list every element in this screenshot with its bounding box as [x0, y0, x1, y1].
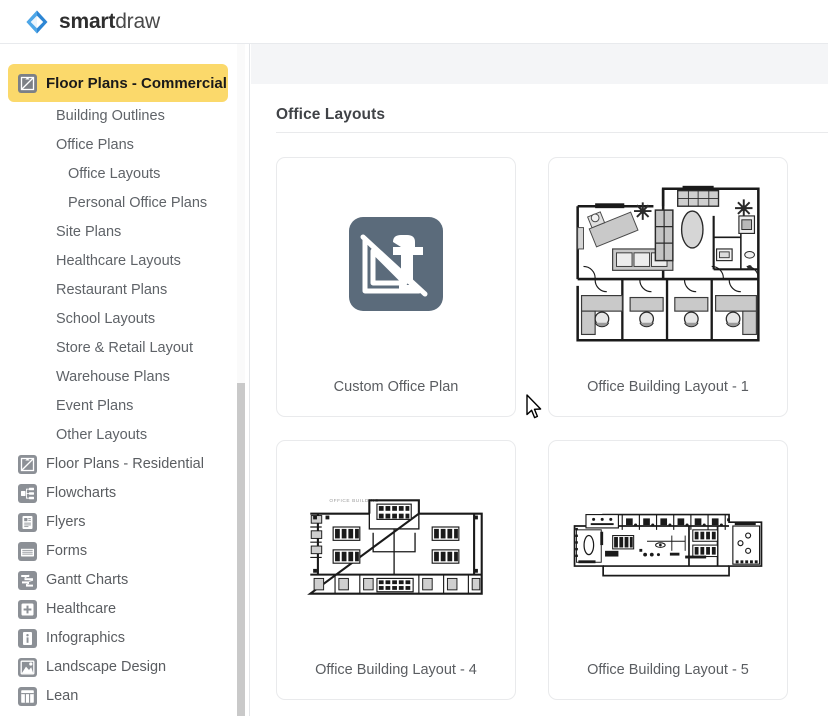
- template-card[interactable]: Custom Office Plan: [276, 157, 516, 417]
- sidebar-item-label: Store & Retail Layout: [56, 340, 194, 357]
- sidebar-scrollbar-thumb[interactable]: [237, 383, 245, 716]
- sidebar-item-lean[interactable]: Lean: [0, 682, 244, 711]
- template-card-label: Office Building Layout - 4: [315, 662, 477, 678]
- floorplan-thumbnail-5: [549, 441, 787, 647]
- sidebar-item-label: Forms: [46, 543, 88, 560]
- main-content: Office Layouts Custom Office Plan Office…: [251, 44, 828, 716]
- sidebar-item-label: Lean: [46, 688, 79, 705]
- sidebar-item-flyers[interactable]: Flyers: [0, 508, 244, 537]
- sidebar-item-label: Office Plans: [56, 137, 134, 154]
- page-title: Office Layouts: [276, 106, 386, 123]
- sidebar-item-label: Site Plans: [56, 224, 122, 241]
- floorplan-thumbnail-4: OFFICE BUILDING: [277, 441, 515, 647]
- brand-name-light: draw: [115, 10, 160, 33]
- sidebar-item-label: Infographics: [46, 630, 125, 647]
- sidebar-item-label: Event Plans: [56, 398, 134, 415]
- sidebar-item-office-layouts[interactable]: Office Layouts: [0, 160, 244, 189]
- sidebar-item-label: Healthcare: [46, 601, 117, 618]
- sidebar-item-label: Floor Plans - Residential: [46, 456, 204, 473]
- content-top-band: [251, 44, 828, 84]
- sidebar-item-healthcare-layouts[interactable]: Healthcare Layouts: [0, 247, 244, 276]
- app-header: smart draw: [0, 0, 828, 44]
- sidebar-item-gantt-charts[interactable]: Gantt Charts: [0, 566, 244, 595]
- sidebar-item-restaurant-plans[interactable]: Restaurant Plans: [0, 276, 244, 305]
- floorplan-icon: [18, 73, 37, 93]
- landscape-icon: [18, 658, 37, 677]
- flowchart-icon: [18, 484, 37, 503]
- template-card-label: Office Building Layout - 1: [587, 379, 749, 395]
- template-card[interactable]: Office Building Layout - 1: [548, 157, 788, 417]
- sidebar-item-school-layouts[interactable]: School Layouts: [0, 305, 244, 334]
- sidebar-item-office-plans[interactable]: Office Plans: [0, 131, 244, 160]
- custom-office-plan-icon: [349, 217, 443, 311]
- form-icon: [18, 542, 37, 561]
- sidebar-item-label: Flyers: [46, 514, 86, 531]
- sidebar-item-warehouse-plans[interactable]: Warehouse Plans: [0, 363, 244, 392]
- floorplan-thumbnail-1: [549, 158, 787, 364]
- gantt-icon: [18, 571, 37, 590]
- brand-wordmark: smart draw: [59, 11, 160, 32]
- grid-icon: [18, 687, 37, 706]
- template-card-label: Office Building Layout - 5: [587, 662, 749, 678]
- sidebar-item-floor-plans-residential[interactable]: Floor Plans - Residential: [0, 450, 244, 479]
- title-divider: [276, 132, 828, 133]
- template-card[interactable]: OFFICE BUILDING Office Building Layout -…: [276, 440, 516, 700]
- sidebar-item-label: Warehouse Plans: [56, 369, 170, 386]
- sidebar-item-label: Restaurant Plans: [56, 282, 168, 299]
- sidebar-item-building-outlines[interactable]: Building Outlines: [0, 102, 244, 131]
- sidebar-item-floor-plans-commercial[interactable]: Floor Plans - Commercial: [8, 64, 228, 102]
- sidebar-item-site-plans[interactable]: Site Plans: [0, 218, 244, 247]
- template-card-grid: Custom Office Plan Office Building Layou…: [276, 157, 828, 700]
- sidebar-item-landscape-design[interactable]: Landscape Design: [0, 653, 244, 682]
- sidebar-item-forms[interactable]: Forms: [0, 537, 244, 566]
- sidebar-item-store-retail-layout[interactable]: Store & Retail Layout: [0, 334, 244, 363]
- brand-name-bold: smart: [59, 10, 116, 33]
- template-card[interactable]: Office Building Layout - 5: [548, 440, 788, 700]
- sidebar-item-event-plans[interactable]: Event Plans: [0, 392, 244, 421]
- sidebar-item-label: Landscape Design: [46, 659, 167, 676]
- sidebar-item-infographics[interactable]: Infographics: [0, 624, 244, 653]
- sidebar-item-healthcare[interactable]: Healthcare: [0, 595, 244, 624]
- sidebar-item-label: Building Outlines: [56, 108, 165, 125]
- sidebar-item-label: Office Layouts: [68, 166, 161, 183]
- sidebar-item-personal-office-plans[interactable]: Personal Office Plans: [0, 189, 244, 218]
- info-icon: [18, 629, 37, 648]
- sidebar: Floor Plans - Commercial Building Outline…: [0, 44, 250, 716]
- sidebar-item-other-layouts[interactable]: Other Layouts: [0, 421, 244, 450]
- smartdraw-template-browser: smart draw Floor Plans - Commercial Buildi…: [0, 0, 828, 716]
- sidebar-item-flowcharts[interactable]: Flowcharts: [0, 479, 244, 508]
- custom-office-plan-icon: [277, 158, 515, 364]
- sidebar-item-label: Floor Plans - Commercial: [46, 74, 227, 92]
- sidebar-item-label: Healthcare Layouts: [56, 253, 181, 270]
- sidebar-item-label: School Layouts: [56, 311, 156, 328]
- sidebar-item-label: Personal Office Plans: [68, 195, 208, 212]
- flyer-icon: [18, 513, 37, 532]
- template-card-label: Custom Office Plan: [333, 379, 459, 395]
- sidebar-item-label: Flowcharts: [46, 485, 117, 502]
- smartdraw-diamond-logo: [24, 9, 50, 35]
- plus-cross-icon: [18, 600, 37, 619]
- sidebar-category-list: Floor Plans - Commercial Building Outline…: [0, 44, 244, 711]
- sidebar-item-label: Other Layouts: [56, 427, 148, 444]
- floorplan-icon: [18, 455, 37, 474]
- sidebar-item-label: Gantt Charts: [46, 572, 129, 589]
